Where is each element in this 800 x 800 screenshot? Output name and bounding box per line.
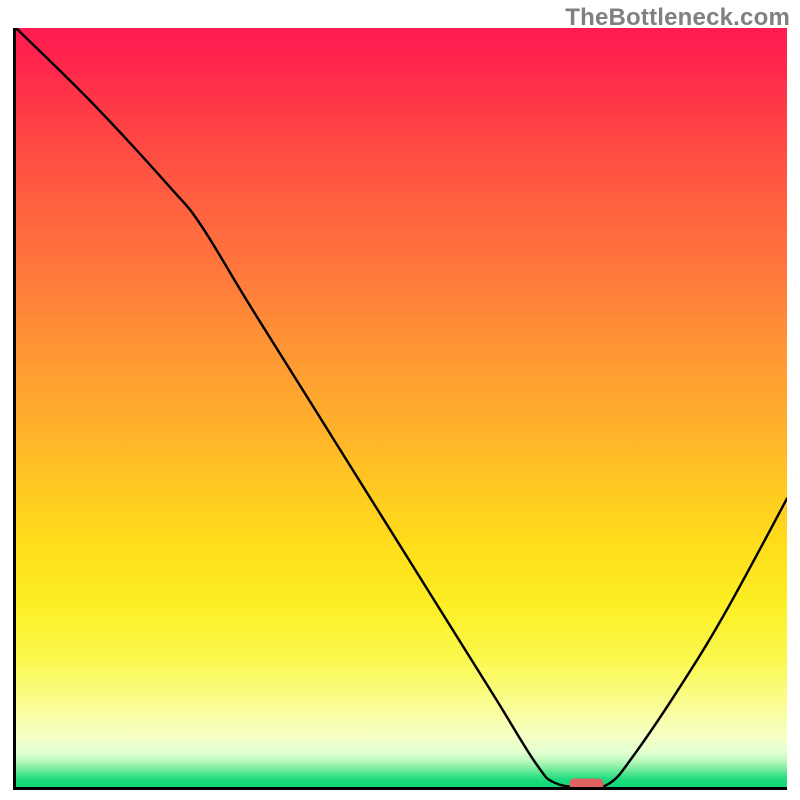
plot-area: [13, 28, 787, 790]
min-marker: [570, 779, 604, 787]
overlay-svg: [16, 28, 787, 787]
bottleneck-curve: [16, 28, 787, 787]
chart-container: TheBottleneck.com: [0, 0, 800, 800]
